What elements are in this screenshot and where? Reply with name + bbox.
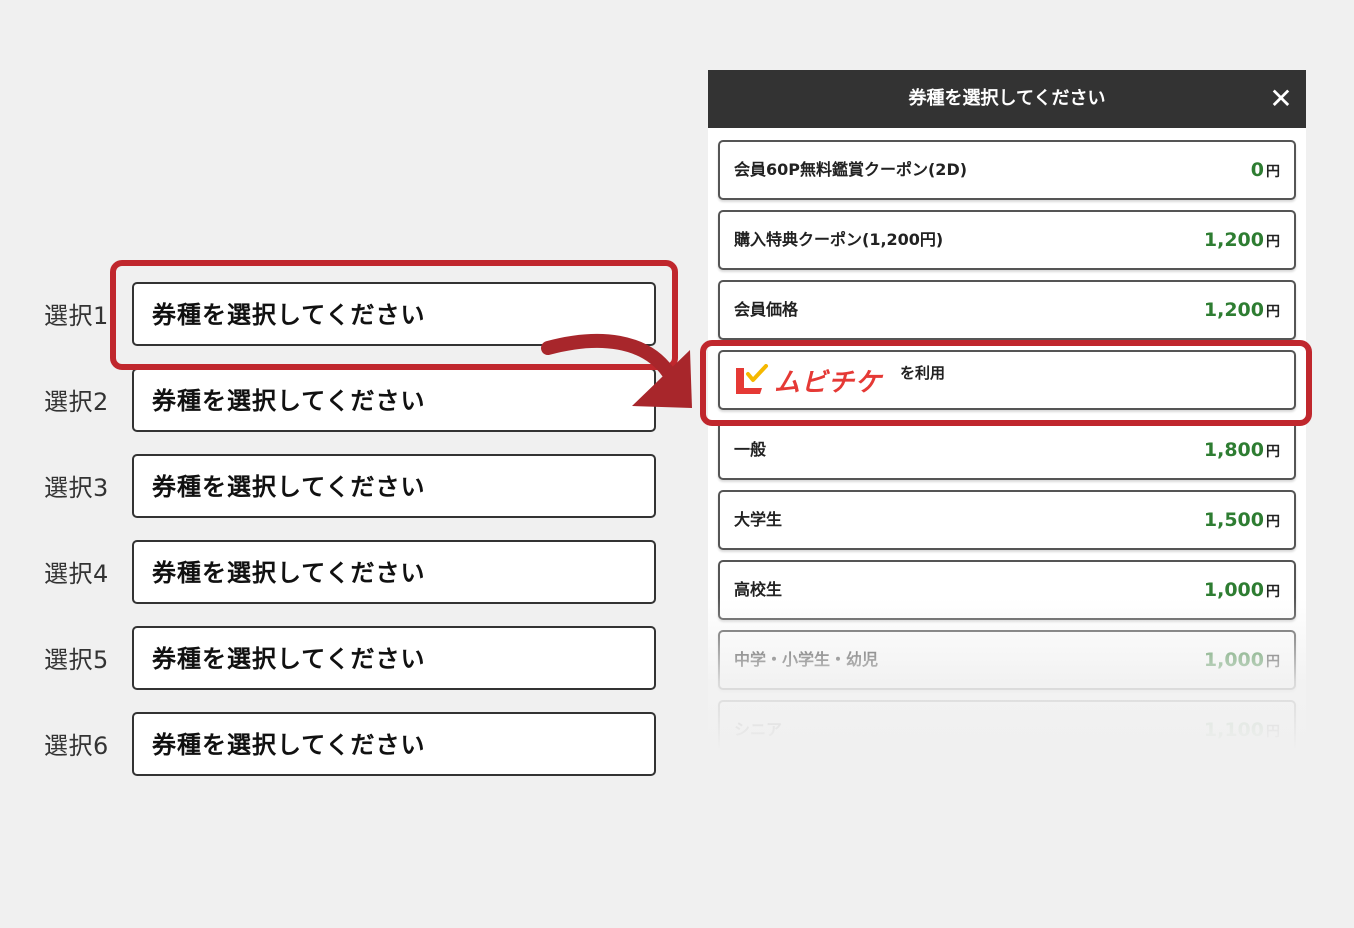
ticket-option[interactable]: 一般 1,800 円 [718, 420, 1296, 480]
ticket-option-name: 高校生 [734, 580, 783, 599]
ticket-option[interactable]: 高校生 1,000 円 [718, 560, 1296, 620]
price-value: 0 [1250, 159, 1264, 181]
ticket-option-price: 1,500 円 [1204, 492, 1280, 550]
modal-body: 会員60P無料鑑賞クーポン(2D) 0円 購入特典クーポン(1,200円) 1,… [708, 128, 1306, 750]
ticket-type-select-3[interactable]: 券種を選択してください [132, 454, 656, 518]
ticket-option-price: 1,000 円 [1204, 562, 1280, 620]
yen-unit: 円 [1266, 444, 1280, 460]
ticket-option-price: 0円 [1251, 142, 1280, 200]
ticket-option[interactable]: 会員価格 1,200 円 [718, 280, 1296, 340]
select-label: 選択1 [44, 302, 109, 330]
modal-title: 券種を選択してください [908, 88, 1106, 109]
ticket-option-name: 中学・小学生・幼児 [734, 650, 879, 669]
ticket-option-price: 1,100 円 [1204, 702, 1280, 750]
ticket-option-name: 会員60P無料鑑賞クーポン(2D) [734, 160, 968, 179]
highlight-frame-mubichike [700, 340, 1312, 426]
modal-header: 券種を選択してください ✕ [708, 70, 1306, 128]
price-value: 1,800 [1203, 439, 1264, 461]
yen-unit: 円 [1266, 164, 1280, 180]
price-value: 1,500 [1203, 509, 1264, 531]
yen-unit: 円 [1266, 584, 1280, 600]
select-label: 選択5 [44, 646, 109, 674]
yen-unit: 円 [1266, 514, 1280, 530]
ticket-type-select-5[interactable]: 券種を選択してください [132, 626, 656, 690]
ticket-option[interactable]: 会員60P無料鑑賞クーポン(2D) 0円 [718, 140, 1296, 200]
select-label: 選択2 [44, 388, 109, 416]
yen-unit: 円 [1266, 234, 1280, 250]
ticket-option[interactable]: 中学・小学生・幼児 1,000 円 [718, 630, 1296, 690]
price-value: 1,000 [1203, 579, 1264, 601]
select-row-3: 選択3 券種を選択してください [0, 454, 670, 524]
yen-unit: 円 [1266, 724, 1280, 740]
ticket-option-name: 購入特典クーポン(1,200円) [734, 230, 944, 249]
close-icon[interactable]: ✕ [1266, 84, 1296, 114]
select-row-6: 選択6 券種を選択してください [0, 712, 670, 782]
ticket-option-name: 会員価格 [734, 300, 799, 319]
ticket-option-price: 1,200 円 [1204, 282, 1280, 340]
select-row-4: 選択4 券種を選択してください [0, 540, 670, 610]
ticket-option-price: 1,800 円 [1204, 422, 1280, 480]
price-value: 1,100 [1203, 719, 1264, 741]
ticket-option-name: 一般 [734, 440, 767, 459]
arrow-icon [541, 333, 692, 408]
price-value: 1,200 [1203, 229, 1264, 251]
select-row-5: 選択5 券種を選択してください [0, 626, 670, 696]
price-value: 1,200 [1203, 299, 1264, 321]
ticket-type-select-6[interactable]: 券種を選択してください [132, 712, 656, 776]
select-label: 選択4 [44, 560, 109, 588]
yen-unit: 円 [1266, 304, 1280, 320]
ticket-option[interactable]: 購入特典クーポン(1,200円) 1,200 円 [718, 210, 1296, 270]
ticket-option-name: シニア [734, 720, 783, 739]
ticket-option-price: 1,200 円 [1204, 212, 1280, 270]
price-value: 1,000 [1203, 649, 1264, 671]
ticket-type-select-4[interactable]: 券種を選択してください [132, 540, 656, 604]
ticket-option[interactable]: シニア 1,100 円 [718, 700, 1296, 750]
ticket-option[interactable]: 大学生 1,500 円 [718, 490, 1296, 550]
ticket-option-price: 1,000 円 [1204, 632, 1280, 690]
ticket-option-name: 大学生 [734, 510, 783, 529]
select-label: 選択6 [44, 732, 109, 760]
select-label: 選択3 [44, 474, 109, 502]
yen-unit: 円 [1266, 654, 1280, 670]
